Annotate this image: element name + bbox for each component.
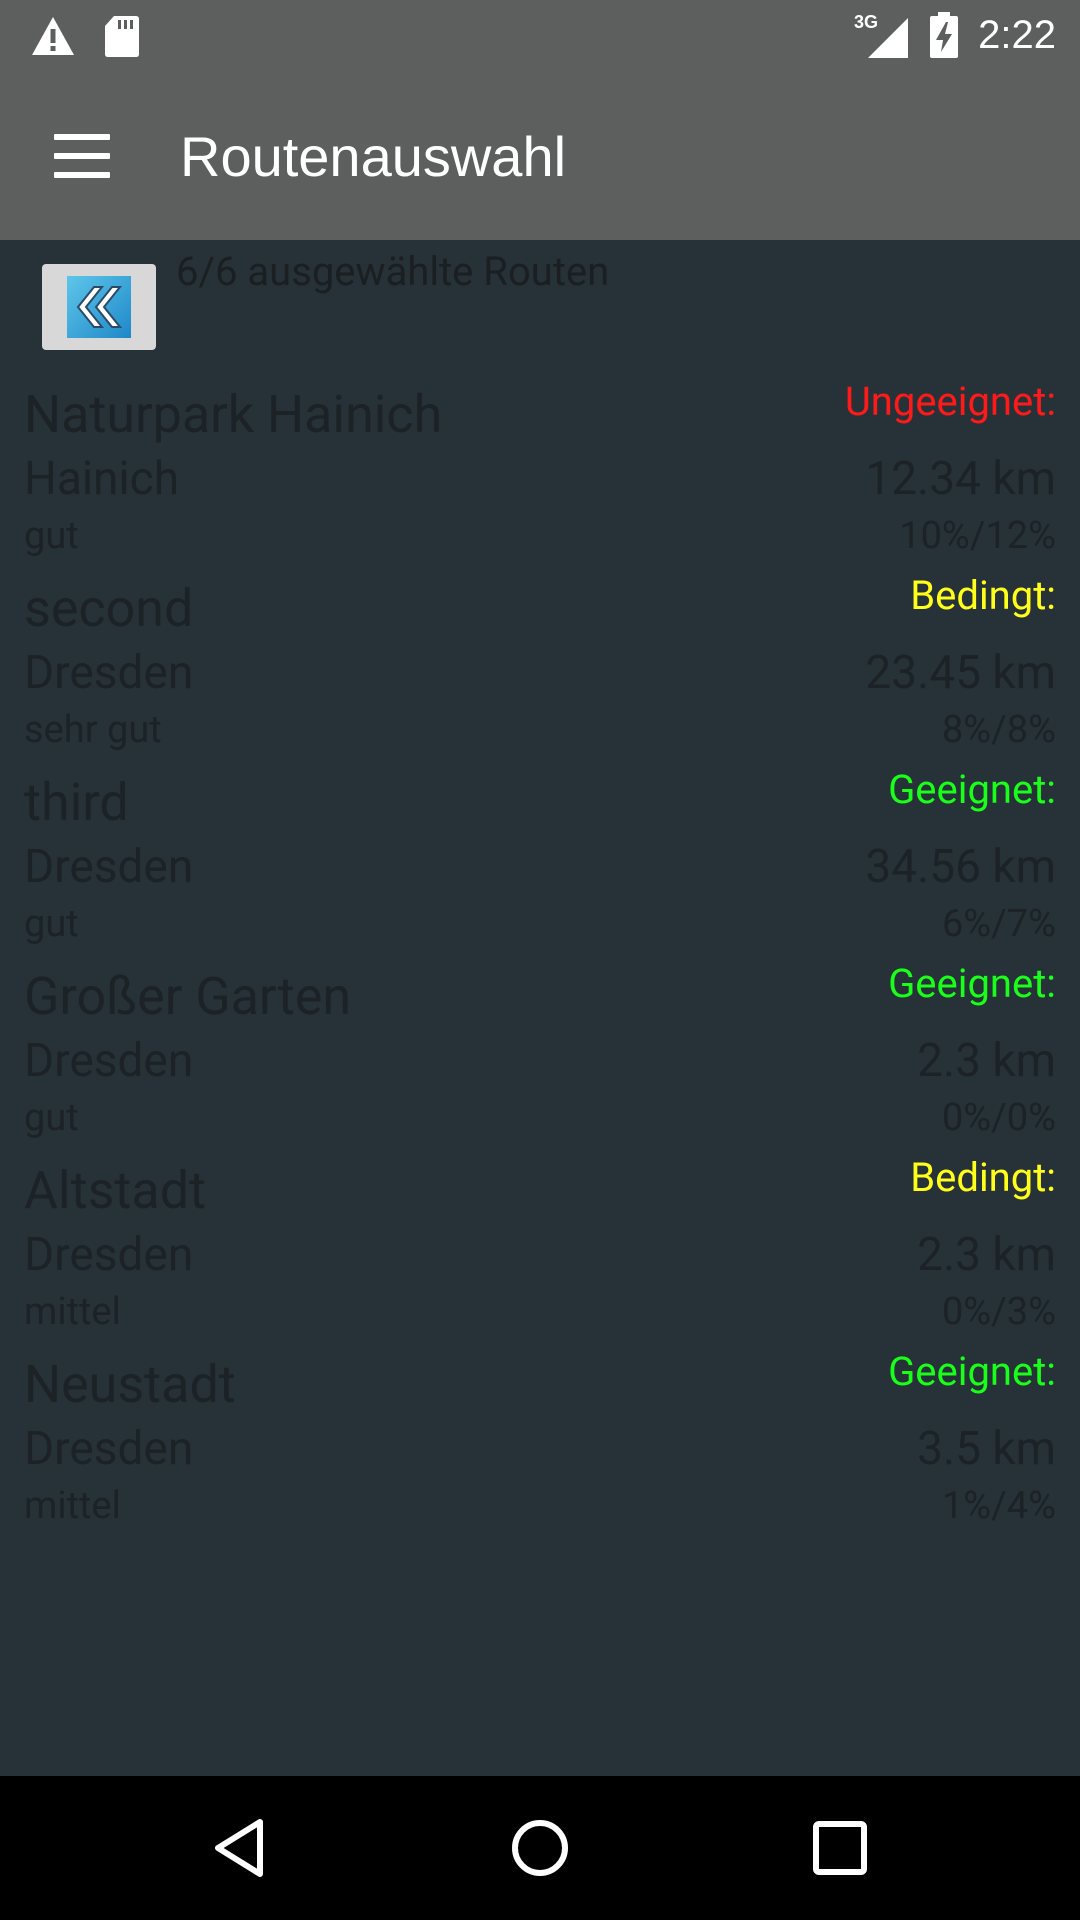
home-circle-icon[interactable] [504,1812,576,1884]
route-item[interactable]: Altstadt Bedingt: Dresden 2.3 km mittel … [24,1154,1056,1354]
route-list-container: 6/6 ausgewählte Routen Naturpark Hainich… [0,240,1080,1776]
route-slope: 10%/12% [899,514,1056,558]
route-name: Großer Garten [24,966,352,1027]
route-suitability: Bedingt: [910,572,1056,619]
route-condition: sehr gut [24,708,162,752]
network-type-label: 3G [854,12,878,32]
route-name: second [24,578,194,639]
app-bar: Routenauswahl [0,72,1080,240]
double-chevron-left-icon [67,276,131,338]
route-condition: gut [24,514,79,558]
route-name: third [24,772,129,833]
route-condition: mittel [24,1484,121,1528]
route-city: Dresden [24,1422,194,1476]
route-distance: 3.5 km [917,1422,1056,1476]
route-item[interactable]: Neustadt Geeignet: Dresden 3.5 km mittel… [24,1348,1056,1548]
route-slope: 8%/8% [941,708,1056,752]
route-condition: gut [24,902,79,946]
route-suitability: Geeignet: [888,1348,1056,1395]
route-suitability: Geeignet: [888,960,1056,1007]
recents-square-icon[interactable] [804,1812,876,1884]
route-item[interactable]: Naturpark Hainich Ungeeignet: Hainich 12… [24,378,1056,578]
route-distance: 2.3 km [917,1034,1056,1088]
route-suitability: Geeignet: [888,766,1056,813]
system-nav-bar [0,1776,1080,1920]
collapse-button[interactable] [42,264,156,350]
hamburger-menu-icon[interactable] [54,134,110,178]
route-condition: gut [24,1096,79,1140]
route-item[interactable]: second Bedingt: Dresden 23.45 km sehr gu… [24,572,1056,772]
route-suitability: Bedingt: [910,1154,1056,1201]
status-bar: 3G 2:22 [0,0,1080,72]
route-slope: 0%/0% [941,1096,1056,1140]
route-item[interactable]: Großer Garten Geeignet: Dresden 2.3 km g… [24,960,1056,1160]
route-slope: 1%/4% [941,1484,1056,1528]
route-city: Dresden [24,646,194,700]
status-time: 2:22 [978,12,1056,57]
warning-icon [32,17,74,55]
page-title: Routenauswahl [180,125,567,188]
route-distance: 2.3 km [917,1228,1056,1282]
battery-icon [930,12,959,58]
route-condition: mittel [24,1290,121,1334]
route-city: Dresden [24,1034,194,1088]
route-slope: 6%/7% [941,902,1056,946]
back-triangle-icon[interactable] [204,1812,276,1884]
route-name: Naturpark Hainich [24,384,443,445]
route-city: Dresden [24,1228,194,1282]
route-name: Altstadt [24,1160,207,1221]
route-city: Dresden [24,840,194,894]
signal-icon: 3G [854,12,909,58]
route-distance: 23.45 km [865,646,1056,700]
route-slope: 0%/3% [941,1290,1056,1334]
route-distance: 12.34 km [865,452,1056,506]
route-suitability: Ungeeignet: [844,378,1056,425]
selected-routes-count: 6/6 ausgewählte Routen [176,248,610,295]
sd-card-icon [105,16,139,57]
route-distance: 34.56 km [865,840,1056,894]
route-name: Neustadt [24,1354,236,1415]
route-city: Hainich [24,452,180,506]
route-item[interactable]: third Geeignet: Dresden 34.56 km gut 6%/… [24,766,1056,966]
